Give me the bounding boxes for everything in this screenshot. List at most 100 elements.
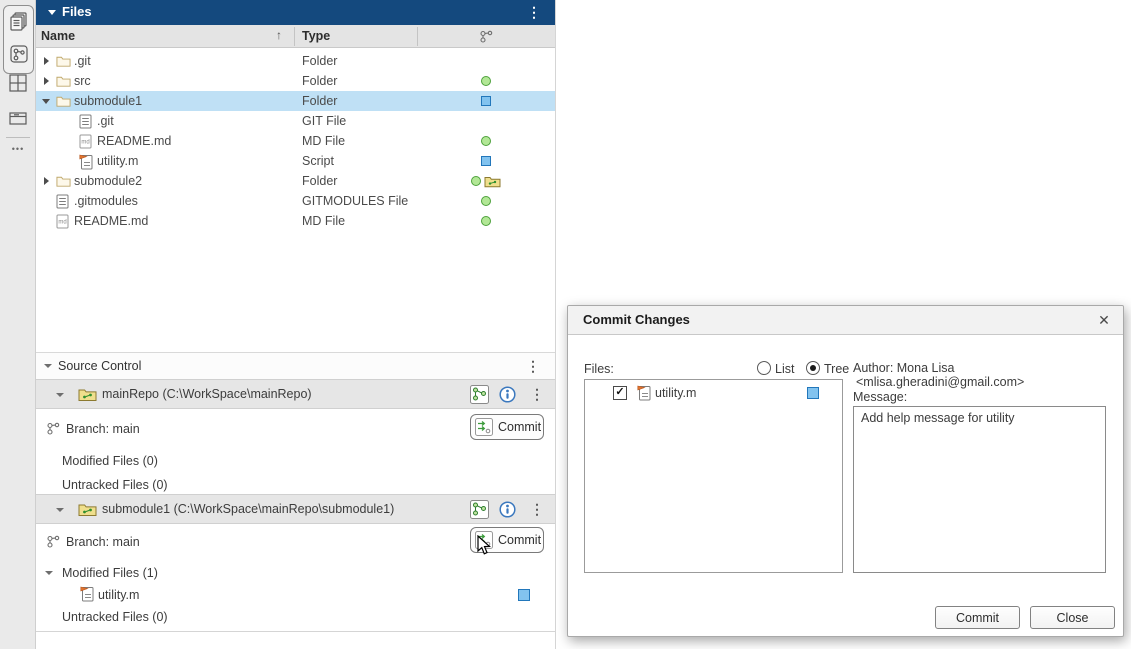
expander-icon[interactable]	[44, 177, 49, 185]
dialog-title: Commit Changes	[583, 312, 690, 327]
table-row[interactable]: md README.md MD File	[36, 211, 555, 231]
collapse-icon[interactable]	[56, 393, 64, 397]
source-control-title: Source Control	[58, 359, 141, 373]
expander-icon[interactable]	[45, 571, 53, 575]
list-radio[interactable]	[757, 361, 771, 375]
tree-radio[interactable]	[806, 361, 820, 375]
commit-message-input[interactable]: Add help message for utility	[853, 406, 1106, 573]
source-control-header[interactable]: Source Control ⋮	[36, 352, 555, 379]
expander-icon[interactable]	[42, 99, 50, 104]
branch-row: Branch: main Commit	[36, 525, 555, 559]
modified-files-label[interactable]: Modified Files (1)	[62, 566, 158, 580]
md-file-icon: md	[56, 214, 69, 229]
script-file-icon	[637, 385, 651, 401]
column-divider	[417, 27, 418, 46]
gitmodules-file-icon	[56, 194, 69, 209]
modified-files-label[interactable]: Modified Files (0)	[62, 454, 158, 468]
branch-graph-button[interactable]	[470, 385, 489, 404]
list-item[interactable]: ✓ utility.m	[585, 383, 842, 405]
status-cell	[456, 171, 516, 191]
file-type: GIT File	[302, 114, 346, 128]
status-unmodified-icon	[471, 176, 481, 186]
table-row[interactable]: submodule2 Folder	[36, 171, 555, 191]
submodule-badge-icon	[484, 175, 501, 188]
commit-button[interactable]: Commit	[935, 606, 1020, 629]
files-menu-icon[interactable]: ⋮	[527, 5, 541, 19]
untracked-files-label[interactable]: Untracked Files (0)	[62, 610, 168, 624]
files-label: Files:	[584, 362, 614, 376]
file-type: MD File	[302, 134, 345, 148]
dialog-titlebar[interactable]: Commit Changes ✕	[568, 306, 1123, 335]
repo-label: mainRepo (C:\WorkSpace\mainRepo)	[102, 387, 312, 401]
commit-files-list[interactable]: ✓ utility.m	[584, 379, 843, 573]
status-modified-icon	[518, 589, 530, 601]
svg-text:md: md	[58, 220, 66, 226]
layout-grid-icon[interactable]	[6, 71, 30, 95]
source-control-panel-icon[interactable]	[7, 42, 31, 66]
commit-button[interactable]: Commit	[470, 414, 544, 440]
file-checkbox[interactable]: ✓	[613, 386, 627, 400]
close-button[interactable]: Close	[1030, 606, 1115, 629]
repo-header-submodule1[interactable]: submodule1 (C:\WorkSpace\mainRepo\submod…	[36, 494, 555, 524]
collapse-icon[interactable]	[44, 364, 52, 368]
toolbox-icon[interactable]	[6, 106, 30, 130]
list-radio-label[interactable]: List	[775, 362, 794, 376]
commit-icon	[475, 418, 493, 436]
folder-icon	[56, 54, 71, 68]
commit-button[interactable]: Commit	[470, 527, 544, 553]
files-panel-header[interactable]: Files ⋮	[36, 0, 555, 25]
expander-icon[interactable]	[44, 77, 49, 85]
status-unmodified-icon	[481, 136, 491, 146]
script-file-icon	[80, 586, 94, 602]
collapse-icon[interactable]	[48, 10, 56, 15]
table-row-selected[interactable]: submodule1 Folder	[36, 91, 555, 111]
folder-icon	[56, 74, 71, 88]
file-type: GITMODULES File	[302, 194, 408, 208]
repo-menu-icon[interactable]: ⋮	[530, 387, 544, 401]
table-row[interactable]: md README.md MD File	[36, 131, 555, 151]
column-type[interactable]: Type	[302, 29, 330, 43]
info-button[interactable]	[499, 386, 516, 403]
section-divider	[36, 631, 555, 632]
folder-icon	[56, 94, 71, 108]
table-row[interactable]: utility.m Script	[36, 151, 555, 171]
branch-label: Branch: main	[66, 422, 140, 436]
sort-ascending-icon[interactable]: ↑	[276, 28, 282, 42]
script-file-icon	[79, 154, 93, 170]
file-name: submodule2	[74, 174, 142, 188]
status-modified-icon	[481, 156, 491, 166]
folder-icon	[56, 174, 71, 188]
toolbar-divider	[6, 137, 30, 138]
status-cell	[456, 131, 516, 151]
table-row[interactable]: .git Folder	[36, 51, 555, 71]
expander-icon[interactable]	[44, 57, 49, 65]
more-icon[interactable]: •••	[0, 144, 36, 154]
collapse-icon[interactable]	[56, 508, 64, 512]
table-row[interactable]: src Folder	[36, 71, 555, 91]
status-unmodified-icon	[481, 216, 491, 226]
file-name: .git	[97, 114, 114, 128]
table-row[interactable]: .gitmodules GITMODULES File	[36, 191, 555, 211]
status-unmodified-icon	[481, 196, 491, 206]
documents-panel-icon[interactable]	[7, 9, 31, 33]
commit-button-label: Commit	[498, 533, 541, 547]
info-button[interactable]	[499, 501, 516, 518]
branch-graph-button[interactable]	[470, 500, 489, 519]
file-name: submodule1	[74, 94, 142, 108]
file-name: .gitmodules	[74, 194, 138, 208]
close-icon[interactable]: ✕	[1095, 311, 1113, 329]
file-type: Folder	[302, 94, 337, 108]
author-name: Author: Mona Lisa	[853, 361, 954, 375]
source-control-menu-icon[interactable]: ⋮	[526, 359, 540, 373]
repo-folder-icon	[78, 502, 97, 517]
column-git-status-icon[interactable]	[479, 29, 494, 44]
tree-radio-label[interactable]: Tree	[824, 362, 849, 376]
column-name[interactable]: Name	[41, 29, 75, 43]
svg-text:md: md	[81, 140, 89, 146]
table-row[interactable]: .git GIT File	[36, 111, 555, 131]
modified-file-row[interactable]: utility.m	[36, 586, 555, 606]
repo-header-mainrepo[interactable]: mainRepo (C:\WorkSpace\mainRepo) ⋮	[36, 379, 555, 409]
untracked-files-label[interactable]: Untracked Files (0)	[62, 478, 168, 492]
file-type: Script	[302, 154, 334, 168]
repo-menu-icon[interactable]: ⋮	[530, 502, 544, 516]
